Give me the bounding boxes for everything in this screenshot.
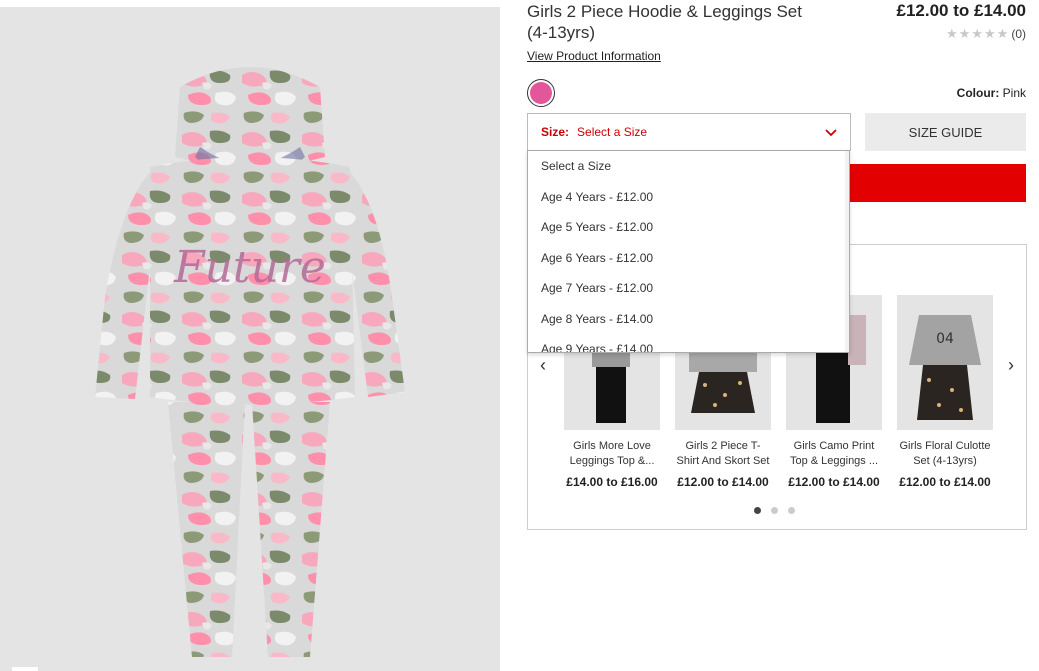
size-option[interactable]: Age 5 Years - £12.00 xyxy=(528,212,849,243)
star-icon: ★ xyxy=(958,26,971,41)
chevron-down-icon xyxy=(825,129,837,137)
rating[interactable]: ★ ★ ★ ★ ★ (0) xyxy=(946,26,1026,42)
star-icon: ★ xyxy=(971,26,984,41)
size-guide-button[interactable]: SIZE GUIDE xyxy=(865,113,1026,151)
svg-text:04: 04 xyxy=(936,331,954,347)
card-price: £12.00 to £14.00 xyxy=(899,475,991,489)
dropdown-scrollbar[interactable] xyxy=(845,151,849,352)
product-title: Girls 2 Piece Hoodie & Leggings Set (4-1… xyxy=(527,2,802,42)
carousel-card[interactable]: 04 Girls Floral Culotte Set (4-13yrs) £1… xyxy=(897,295,993,489)
colour-swatch[interactable] xyxy=(527,79,555,107)
colour-indicator: Colour: Pink xyxy=(957,86,1026,100)
card-name[interactable]: Girls Camo Print Top & Leggings ... xyxy=(786,439,882,469)
hoodie-print-text: Future xyxy=(173,242,326,293)
size-dropdown: Select a Size Age 4 Years - £12.00 Age 5… xyxy=(527,150,850,353)
carousel-dots xyxy=(754,507,795,514)
card-name[interactable]: Girls More Love Leggings Top &... xyxy=(564,439,660,469)
size-value: Select a Size xyxy=(577,125,648,139)
size-select[interactable]: Size: Select a Size xyxy=(527,113,851,151)
size-option[interactable]: Age 7 Years - £12.00 xyxy=(528,273,849,304)
star-icon: ★ xyxy=(946,26,958,41)
star-icon: ★ xyxy=(984,26,996,41)
size-option[interactable]: Age 6 Years - £12.00 xyxy=(528,243,849,274)
product-image[interactable]: Future xyxy=(0,7,500,671)
colour-label: Colour: xyxy=(956,86,1000,100)
image-corner xyxy=(12,667,38,671)
size-option[interactable]: Age 9 Years - £14.00 xyxy=(528,334,849,352)
card-price: £12.00 to £14.00 xyxy=(677,475,769,489)
carousel-dot[interactable] xyxy=(788,507,795,514)
star-icon: ★ xyxy=(996,26,1009,41)
hoodie-leggings-illustration: Future xyxy=(95,67,405,657)
size-option[interactable]: Select a Size xyxy=(528,151,849,182)
colour-value: Pink xyxy=(1002,86,1026,100)
size-option[interactable]: Age 8 Years - £14.00 xyxy=(528,304,849,335)
card-name[interactable]: Girls Floral Culotte Set (4-13yrs) xyxy=(897,439,993,469)
size-option[interactable]: Age 4 Years - £12.00 xyxy=(528,182,849,213)
product-price: £12.00 to £14.00 xyxy=(896,1,1026,20)
card-name[interactable]: Girls 2 Piece T-Shirt And Skort Set (... xyxy=(675,439,771,469)
size-label: Size: xyxy=(541,125,570,139)
carousel-prev-icon[interactable]: ‹ xyxy=(540,355,546,376)
carousel-next-icon[interactable]: › xyxy=(1008,355,1014,376)
rating-count: (0) xyxy=(1011,27,1026,41)
card-price: £14.00 to £16.00 xyxy=(566,475,658,489)
carousel-dot[interactable] xyxy=(754,507,761,514)
card-image[interactable]: 04 xyxy=(897,295,993,430)
swatch-fill xyxy=(530,82,552,104)
card-price: £12.00 to £14.00 xyxy=(788,475,880,489)
carousel-dot[interactable] xyxy=(771,507,778,514)
view-product-information-link[interactable]: View Product Information xyxy=(527,49,661,63)
